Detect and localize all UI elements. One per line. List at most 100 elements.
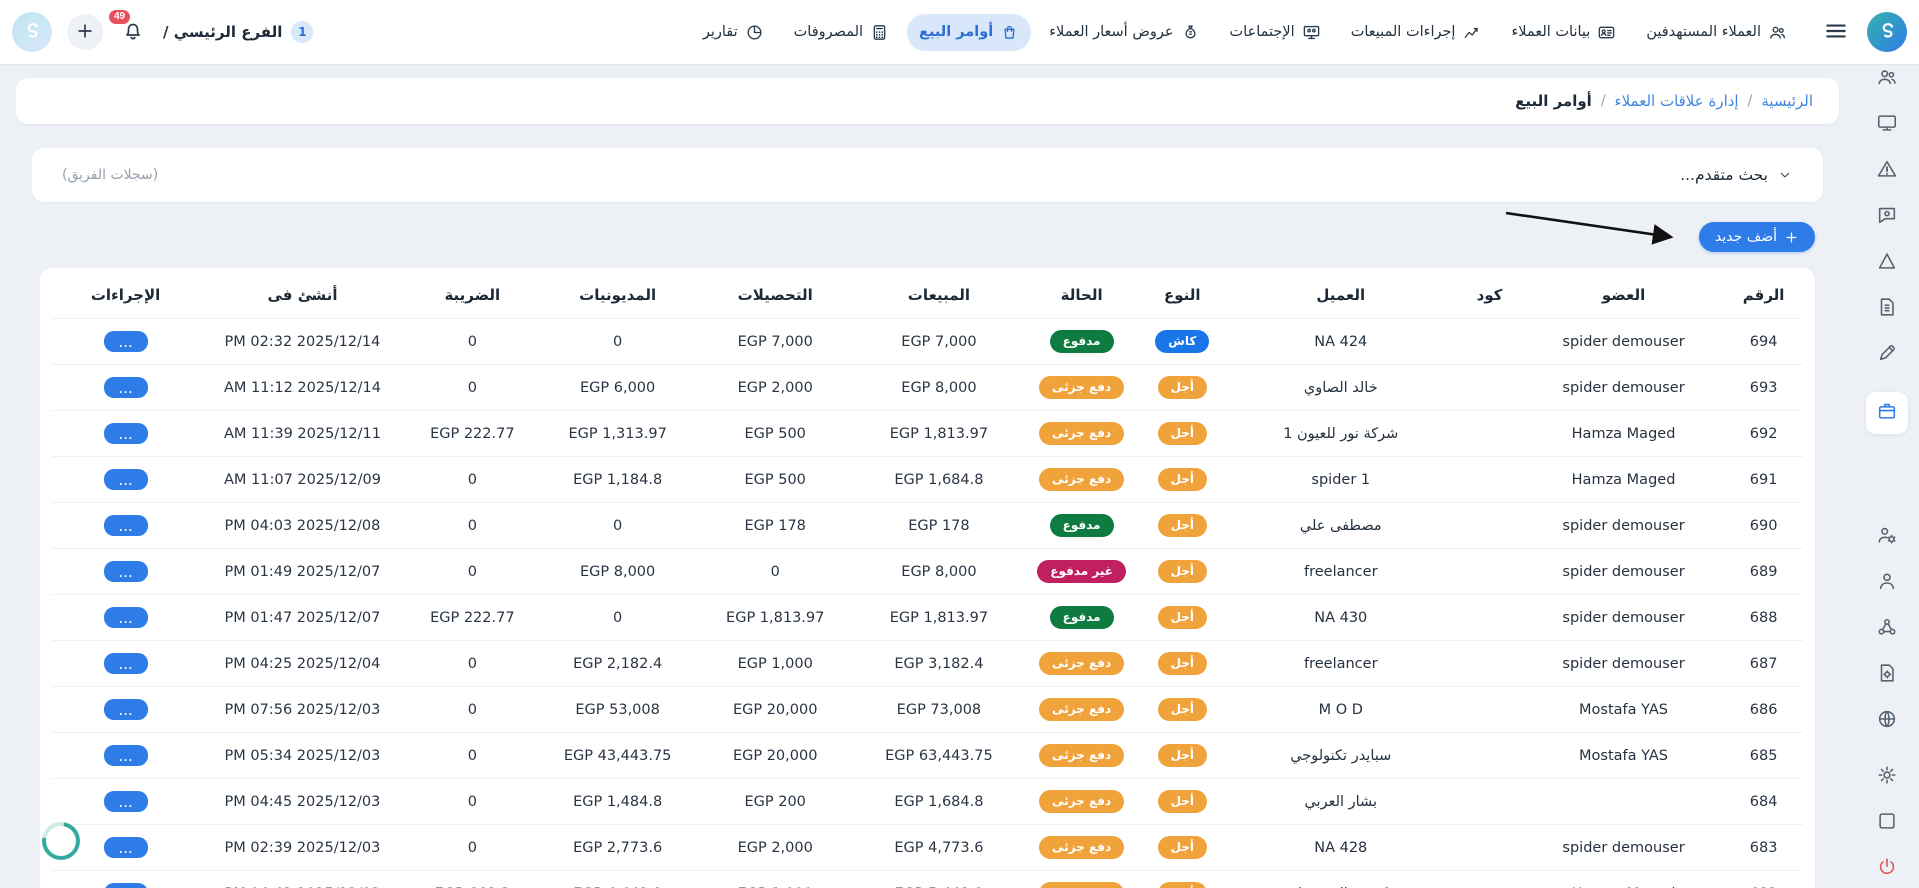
sidebar-item-video-meetings[interactable] bbox=[1874, 204, 1900, 230]
cell-created: PM 01:47 2025/12/07 bbox=[199, 595, 406, 641]
team-records-toggle[interactable]: (سجلات الفريق) bbox=[62, 167, 158, 183]
logout-icon bbox=[1876, 856, 1898, 882]
sidebar-item-tasks[interactable] bbox=[1874, 810, 1900, 836]
sidebar-item-team-network[interactable] bbox=[1874, 616, 1900, 642]
side-rail-group bbox=[1874, 764, 1900, 888]
sidebar-item-funnel[interactable] bbox=[1874, 250, 1900, 276]
add-new-button[interactable]: أضف جديد bbox=[1699, 222, 1815, 252]
row-actions-button[interactable]: ... bbox=[104, 377, 148, 398]
row-actions-button[interactable]: ... bbox=[104, 423, 148, 444]
cell-number: 687 bbox=[1724, 641, 1803, 687]
type-badge: أجل bbox=[1158, 836, 1207, 859]
sidebar-item-alerts[interactable] bbox=[1874, 158, 1900, 184]
cell-created: AM 11:39 2025/12/11 bbox=[199, 411, 406, 457]
nav-tab-meetings[interactable]: الإجتماعات bbox=[1218, 14, 1333, 51]
sidebar-item-customers[interactable] bbox=[1874, 570, 1900, 596]
cell-actions: ... bbox=[52, 503, 199, 549]
col-created: أنشئ فى bbox=[199, 272, 406, 319]
status-badge: دفع جزئى bbox=[1039, 836, 1124, 859]
cell-number: 690 bbox=[1724, 503, 1803, 549]
nav-tab-expenses[interactable]: المصروفات bbox=[782, 14, 901, 51]
cell-actions: ... bbox=[52, 549, 199, 595]
row-actions-button[interactable]: ... bbox=[104, 837, 148, 858]
table-row: 684بشار العربيأجلدفع جزئىEGP 1,684.8EGP … bbox=[52, 779, 1803, 825]
sidebar-item-document-settings[interactable] bbox=[1874, 662, 1900, 688]
sidebar-item-team[interactable] bbox=[1874, 66, 1900, 92]
cell-client: M O D bbox=[1225, 687, 1456, 733]
settings-icon bbox=[1876, 764, 1898, 790]
cell-type: أجل bbox=[1139, 411, 1225, 457]
cell-number: 689 bbox=[1724, 549, 1803, 595]
cell-type: أجل bbox=[1139, 549, 1225, 595]
cell-status: دفع جزئى bbox=[1024, 641, 1140, 687]
sidebar-item-logout[interactable] bbox=[1874, 856, 1900, 882]
cell-created: AM 11:07 2025/12/09 bbox=[199, 457, 406, 503]
cell-client: spider 1 bbox=[1225, 457, 1456, 503]
sidebar-item-invoices[interactable] bbox=[1874, 296, 1900, 322]
nav-tab-customer-data[interactable]: بيانات العملاء bbox=[1499, 14, 1628, 51]
cell-type: كاش bbox=[1139, 319, 1225, 365]
row-actions-button[interactable]: ... bbox=[104, 791, 148, 812]
cell-sales: EGP 4,773.6 bbox=[854, 825, 1024, 871]
status-badge: دفع جزئى bbox=[1039, 652, 1124, 675]
nav-tab-sales-orders[interactable]: أوامر البيع bbox=[907, 14, 1031, 51]
row-actions-button[interactable]: ... bbox=[104, 515, 148, 536]
row-actions-button[interactable]: ... bbox=[104, 607, 148, 628]
cell-client: شركة نور للعيون 1 bbox=[1225, 411, 1456, 457]
row-actions-button[interactable]: ... bbox=[104, 883, 148, 888]
sidebar-item-contracts[interactable] bbox=[1874, 342, 1900, 368]
nav-tab-label: المصروفات bbox=[794, 24, 863, 40]
contracts-icon bbox=[1876, 342, 1898, 368]
sales-orders-icon bbox=[1876, 400, 1898, 426]
cell-debts: EGP 53,008 bbox=[539, 687, 697, 733]
row-actions-button[interactable]: ... bbox=[104, 331, 148, 352]
nav-tab-targeted-customers[interactable]: العملاء المستهدفين bbox=[1634, 14, 1799, 51]
type-badge: أجل bbox=[1158, 376, 1207, 399]
cell-sales: EGP 178 bbox=[854, 503, 1024, 549]
row-actions-button[interactable]: ... bbox=[104, 699, 148, 720]
notification-count-badge: 49 bbox=[109, 10, 130, 24]
cell-number: 685 bbox=[1724, 733, 1803, 779]
cell-created: PM 01:49 2025/12/07 bbox=[199, 549, 406, 595]
cell-collections: EGP 200 bbox=[696, 779, 854, 825]
sidebar-item-customer-settings[interactable] bbox=[1874, 524, 1900, 550]
breadcrumb-home[interactable]: الرئيسية bbox=[1761, 92, 1813, 110]
cell-tax: 0 bbox=[406, 365, 539, 411]
sidebar-item-web-analytics[interactable] bbox=[1874, 708, 1900, 734]
cell-sales: EGP 1,813.97 bbox=[854, 595, 1024, 641]
advanced-search-toggle[interactable]: بحث متقدم... bbox=[1680, 166, 1793, 184]
sidebar-item-sales-orders[interactable] bbox=[1866, 392, 1908, 434]
brand-swirl-icon bbox=[1875, 18, 1899, 46]
cell-code bbox=[1456, 549, 1523, 595]
cell-tax: 0 bbox=[406, 687, 539, 733]
cell-collections: EGP 20,000 bbox=[696, 687, 854, 733]
cell-number: 688 bbox=[1724, 595, 1803, 641]
cell-tax: 0 bbox=[406, 779, 539, 825]
branch-selector[interactable]: 1 الفرع الرئيسي / bbox=[163, 21, 313, 43]
cell-client: NA 424 bbox=[1225, 319, 1456, 365]
nav-tab-reports[interactable]: تقارير bbox=[691, 14, 776, 51]
breadcrumb-crm[interactable]: إدارة علاقات العملاء bbox=[1615, 92, 1739, 110]
table-row: 692Hamza Magedشركة نور للعيون 1أجلدفع جز… bbox=[52, 411, 1803, 457]
row-actions-button[interactable]: ... bbox=[104, 653, 148, 674]
row-actions-button[interactable]: ... bbox=[104, 469, 148, 490]
cell-number: 692 bbox=[1724, 411, 1803, 457]
row-actions-button[interactable]: ... bbox=[104, 745, 148, 766]
status-badge: دفع جزئى bbox=[1039, 790, 1124, 813]
notifications-button[interactable]: 49 bbox=[118, 17, 148, 47]
plus-icon bbox=[75, 21, 95, 44]
menu-button[interactable] bbox=[1821, 17, 1851, 47]
nav-tab-sales-actions[interactable]: إجراءات المبيعات bbox=[1339, 14, 1494, 51]
cell-actions: ... bbox=[52, 457, 199, 503]
row-actions-button[interactable]: ... bbox=[104, 561, 148, 582]
app-logo[interactable] bbox=[1867, 12, 1907, 52]
user-avatar[interactable] bbox=[12, 12, 52, 52]
cell-sales: EGP 7,000 bbox=[854, 319, 1024, 365]
cell-client: freelancer bbox=[1225, 549, 1456, 595]
quick-add-button[interactable] bbox=[67, 14, 103, 50]
sidebar-item-settings[interactable] bbox=[1874, 764, 1900, 790]
nav-tab-customer-quotes[interactable]: عروض أسعار العملاء bbox=[1037, 14, 1211, 51]
cell-code bbox=[1456, 779, 1523, 825]
cell-member: Mostafa YAS bbox=[1523, 687, 1724, 733]
sidebar-item-presentations[interactable] bbox=[1874, 112, 1900, 138]
